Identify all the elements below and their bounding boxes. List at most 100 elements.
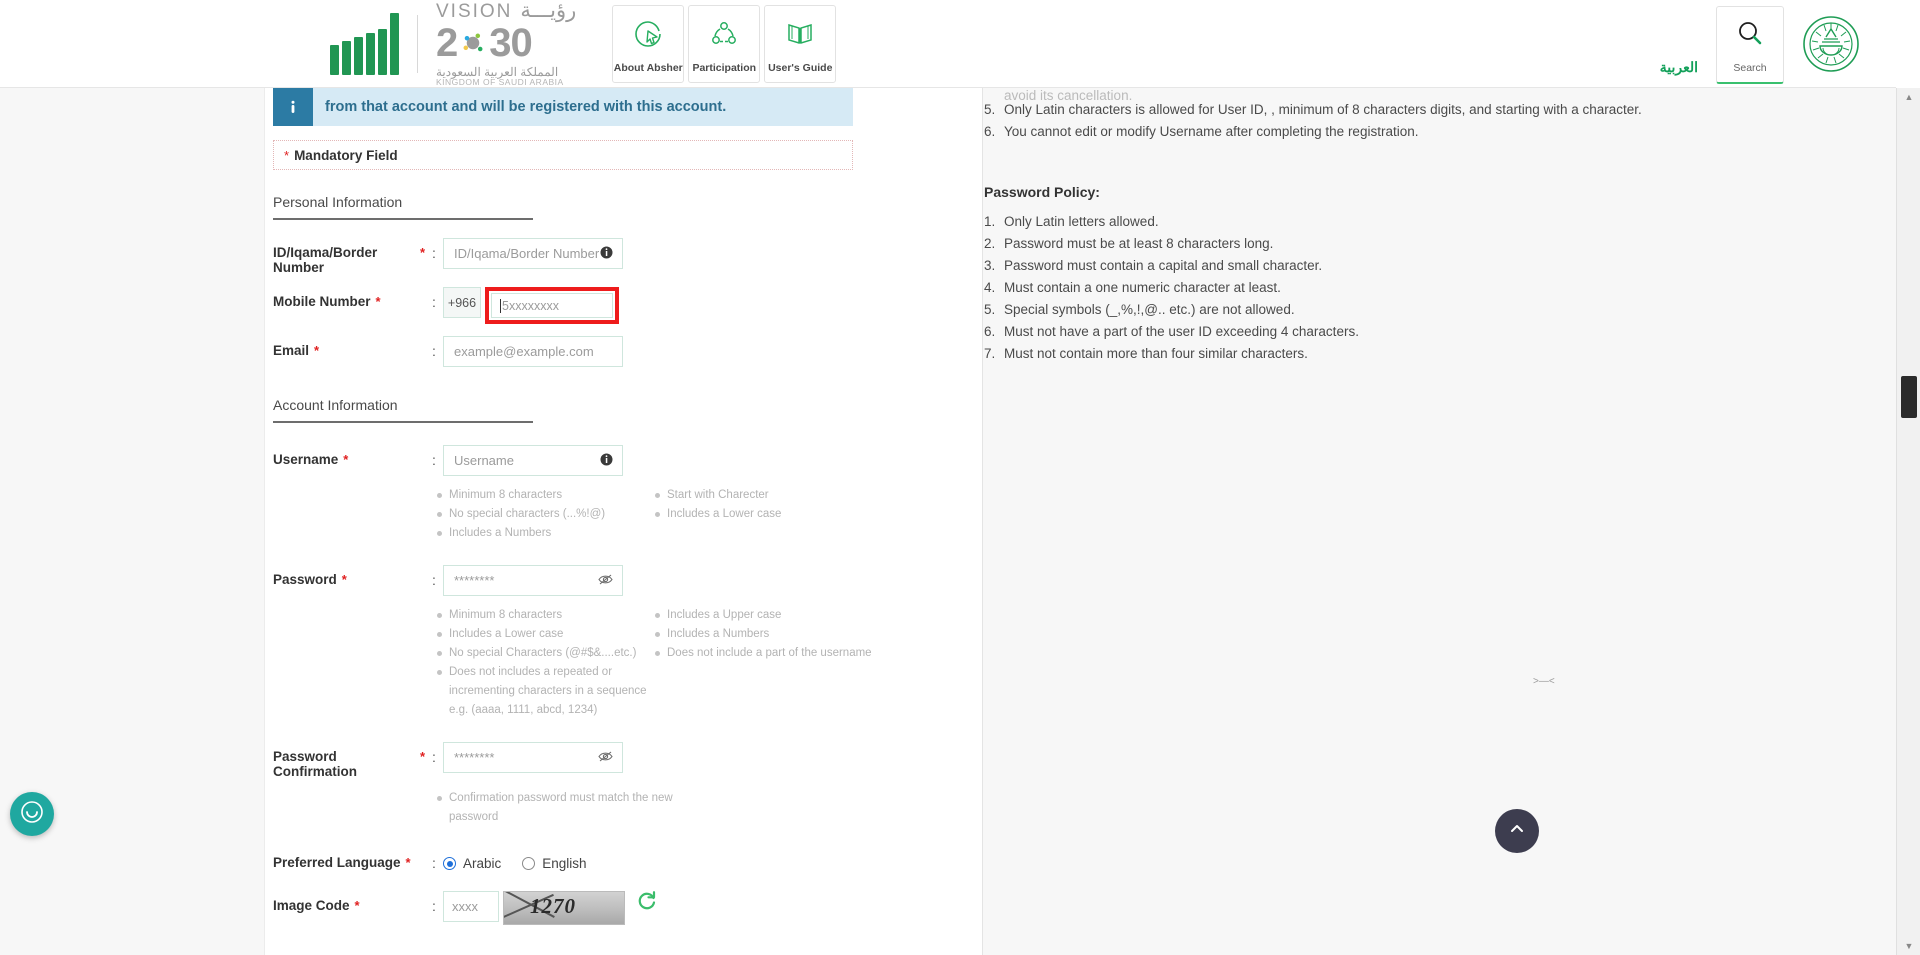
username-hints: Minimum 8 characters No special characte…	[435, 486, 955, 543]
row-preferred-language: Preferred Language * : Arabic English	[273, 851, 982, 871]
chat-support-button[interactable]	[10, 792, 54, 836]
captcha-image: 1270	[503, 891, 625, 925]
password-input[interactable]: ********	[443, 565, 623, 596]
section-account-information: Account Information	[273, 397, 533, 423]
network-nodes-icon	[709, 6, 739, 62]
image-code-label-text: Image Code	[273, 898, 350, 913]
password-placeholder: ********	[454, 573, 495, 588]
mobile-number-placeholder: 5xxxxxxxx	[502, 298, 559, 313]
rule-text: Must not contain more than four similar …	[1004, 346, 1308, 361]
header-right-group: العربية Search	[1660, 0, 1896, 88]
rule-text: Special symbols (_,%,!,@.. etc.) are not…	[1004, 302, 1295, 317]
saudi-emblem-icon	[1802, 15, 1860, 78]
password-confirmation-hints: Confirmation password must match the new…	[435, 789, 955, 827]
mandatory-field-note: * Mandatory Field	[273, 140, 853, 170]
hint-item: Start with Charecter	[653, 486, 883, 505]
collapse-panel-tab[interactable]: >—<	[1533, 676, 1555, 687]
vision-2030-logo: VISION رؤيـــة 2 30 المملكة العربية السعو…	[436, 0, 576, 87]
rule-item: 5. Only Latin characters is allowed for …	[984, 100, 1856, 122]
mobile-number-colon: :	[432, 294, 436, 310]
username-rules-list: 5. Only Latin characters is allowed for …	[984, 100, 1856, 144]
row-id-number: ID/Iqama/Border Number * : ID/Iqama/Bord…	[273, 238, 982, 275]
scrollbar-down-arrow[interactable]: ▼	[1897, 937, 1920, 955]
absher-logo[interactable]: VISION رؤيـــة 2 30 المملكة العربية السعو…	[330, 0, 576, 86]
mobile-number-label-text: Mobile Number	[273, 294, 371, 309]
radio-english[interactable]	[522, 857, 536, 870]
row-password: Password * : ********	[273, 565, 982, 596]
scrollbar-up-arrow[interactable]: ▲	[1897, 88, 1920, 106]
email-placeholder: example@example.com	[454, 344, 594, 359]
mobile-country-prefix: +966	[443, 287, 481, 318]
scrollbar-thumb[interactable]	[1901, 376, 1917, 418]
nav-tile-about-absher[interactable]: About Absher	[612, 4, 685, 83]
radio-arabic[interactable]	[443, 857, 456, 870]
hint-item: Includes a Numbers	[435, 524, 653, 543]
rule-number: 6.	[984, 324, 996, 339]
header-nav-tiles: About Absher Participation User's Guide	[612, 4, 837, 83]
search-label: Search	[1733, 61, 1767, 74]
email-input[interactable]: example@example.com	[443, 336, 623, 367]
page-scrollbar[interactable]: ▲ ▼	[1896, 88, 1920, 955]
username-hints-col2: Start with Charecter Includes a Lower ca…	[653, 486, 883, 543]
rule-text: Must not have a part of the user ID exce…	[1004, 324, 1359, 339]
preferred-language-options: Arabic English	[443, 851, 601, 871]
text-caret	[500, 298, 501, 313]
info-banner: from that account and will be registered…	[273, 88, 853, 126]
row-mobile-number: Mobile Number * : +966 5xxxxxxxx	[273, 287, 982, 324]
password-hints-col2: Includes a Upper case Includes a Numbers…	[653, 606, 883, 720]
preferred-language-label-text: Preferred Language	[273, 855, 401, 870]
password-confirmation-hints-col1: Confirmation password must match the new…	[435, 789, 675, 827]
nav-tile-participation[interactable]: Participation	[688, 4, 761, 83]
password-hints-col1: Minimum 8 characters Includes a Lower ca…	[435, 606, 653, 720]
rule-text: Password must be at least 8 characters l…	[1004, 236, 1274, 251]
rule-item: 1. Only Latin letters allowed.	[984, 212, 1856, 234]
hint-item: Minimum 8 characters	[435, 606, 653, 625]
image-code-input[interactable]: xxxx	[443, 891, 499, 922]
username-info-icon[interactable]	[600, 453, 613, 469]
nav-tile-users-guide[interactable]: User's Guide	[764, 4, 837, 83]
username-required: *	[343, 452, 349, 467]
back-to-top-button[interactable]	[1495, 809, 1539, 853]
language-switch-arabic[interactable]: العربية	[1660, 59, 1698, 76]
rule-item: 6. Must not have a part of the user ID e…	[984, 322, 1856, 344]
image-code-placeholder: xxxx	[452, 899, 478, 914]
email-required: *	[314, 343, 320, 358]
rule-number: 2.	[984, 236, 996, 251]
password-required: *	[341, 572, 347, 587]
password-confirmation-input[interactable]: ********	[443, 742, 623, 773]
rule-text: Password must contain a capital and smal…	[1004, 258, 1323, 273]
toggle-password-confirmation-visibility-icon[interactable]	[598, 750, 613, 765]
rule-number: 4.	[984, 280, 996, 295]
page-body: from that account and will be registered…	[0, 88, 1896, 955]
id-number-placeholder: ID/Iqama/Border Number	[454, 246, 600, 261]
rule-item: 3. Password must contain a capital and s…	[984, 256, 1856, 278]
row-email: Email * : example@example.com	[273, 336, 982, 367]
rule-number: 5.	[984, 302, 996, 317]
username-input[interactable]: Username	[443, 445, 623, 476]
rule-item: 7. Must not contain more than four simil…	[984, 344, 1856, 366]
chevron-up-icon	[1508, 820, 1526, 843]
id-number-input[interactable]: ID/Iqama/Border Number	[443, 238, 623, 269]
registration-form-panel: from that account and will be registered…	[265, 88, 983, 955]
mandatory-star: *	[284, 147, 290, 163]
collapse-arrows-icon: >—<	[1533, 676, 1555, 687]
info-icon	[273, 88, 313, 126]
chat-support-icon	[20, 800, 44, 829]
password-label: Password *	[273, 565, 425, 587]
username-hints-col1: Minimum 8 characters No special characte…	[435, 486, 653, 543]
radio-arabic-label: Arabic	[463, 856, 502, 871]
refresh-captcha-icon[interactable]	[637, 891, 657, 916]
radio-english-label: English	[542, 856, 587, 871]
mobile-number-input[interactable]: 5xxxxxxxx	[491, 293, 613, 318]
search-button[interactable]: Search	[1716, 5, 1784, 84]
toggle-password-visibility-icon[interactable]	[598, 573, 613, 588]
preferred-language-label: Preferred Language *	[273, 851, 425, 870]
password-confirmation-label: Password Confirmation *	[273, 742, 425, 779]
rule-number: 3.	[984, 258, 996, 273]
nav-tile-label: User's Guide	[768, 61, 833, 74]
email-colon: :	[432, 343, 436, 359]
palm-mosaic-icon	[458, 28, 488, 58]
email-label: Email *	[273, 336, 425, 358]
id-number-info-icon[interactable]	[600, 246, 613, 262]
hint-item: Includes a Lower case	[653, 505, 883, 524]
